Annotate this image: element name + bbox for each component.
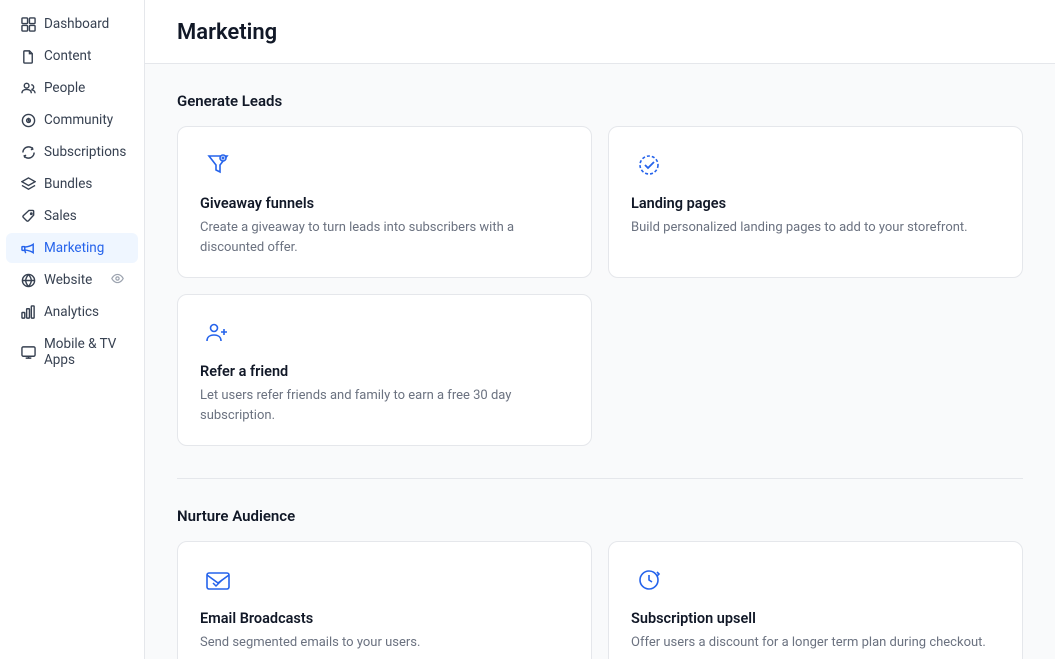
person-add-icon — [200, 315, 236, 351]
sidebar-item-website[interactable]: Website — [6, 265, 138, 295]
sidebar-item-dashboard[interactable]: Dashboard — [6, 9, 138, 39]
nurture-audience-cards: Email Broadcasts Send segmented emails t… — [177, 541, 1023, 659]
page-header: Marketing — [145, 0, 1055, 64]
sidebar-label-sales: Sales — [44, 208, 77, 224]
sidebar-label-marketing: Marketing — [44, 240, 104, 256]
card-title-giveaway: Giveaway funnels — [200, 195, 569, 212]
card-giveaway-funnels[interactable]: Giveaway funnels Create a giveaway to tu… — [177, 126, 592, 278]
page-title: Marketing — [177, 20, 1023, 45]
funnel-icon — [200, 147, 236, 183]
section-generate-leads: Generate Leads Giveaway funnels Create a… — [177, 92, 1023, 446]
sidebar-label-mobile-tv: Mobile & TV Apps — [44, 336, 124, 368]
sidebar-label-analytics: Analytics — [44, 304, 99, 320]
sidebar-label-dashboard: Dashboard — [44, 16, 109, 32]
card-email-broadcasts[interactable]: Email Broadcasts Send segmented emails t… — [177, 541, 592, 659]
sidebar-label-subscriptions: Subscriptions — [44, 144, 126, 160]
refresh-icon — [20, 144, 36, 160]
generate-leads-cards: Giveaway funnels Create a giveaway to tu… — [177, 126, 1023, 446]
card-desc-giveaway: Create a giveaway to turn leads into sub… — [200, 218, 569, 257]
bar-chart-icon — [20, 304, 36, 320]
eye-icon — [111, 272, 124, 288]
sidebar-item-sales[interactable]: Sales — [6, 201, 138, 231]
card-subscription-upsell[interactable]: Subscription upsell Offer users a discou… — [608, 541, 1023, 659]
main-content: Marketing Generate Leads Giveaway funnel… — [145, 0, 1055, 659]
sidebar-item-people[interactable]: People — [6, 73, 138, 103]
sidebar-item-marketing[interactable]: Marketing — [6, 233, 138, 263]
sidebar-label-people: People — [44, 80, 85, 96]
section-nurture-audience: Nurture Audience Email Broadcasts Send s… — [177, 507, 1023, 659]
sidebar-label-bundles: Bundles — [44, 176, 92, 192]
card-landing-pages[interactable]: Landing pages Build personalized landing… — [608, 126, 1023, 278]
monitor-icon — [20, 344, 36, 360]
cursor-icon — [631, 147, 667, 183]
card-title-email: Email Broadcasts — [200, 610, 569, 627]
content-area: Generate Leads Giveaway funnels Create a… — [145, 64, 1055, 659]
card-title-upsell: Subscription upsell — [631, 610, 1000, 627]
card-desc-landing: Build personalized landing pages to add … — [631, 218, 1000, 238]
clock-arrow-icon — [631, 562, 667, 598]
section-title-generate-leads: Generate Leads — [177, 92, 1023, 110]
card-desc-upsell: Offer users a discount for a longer term… — [631, 633, 1000, 653]
sidebar-item-analytics[interactable]: Analytics — [6, 297, 138, 327]
sidebar-item-mobile-tv[interactable]: Mobile & TV Apps — [6, 329, 138, 375]
card-title-refer: Refer a friend — [200, 363, 569, 380]
card-title-landing: Landing pages — [631, 195, 1000, 212]
globe-icon — [20, 272, 36, 288]
sidebar: Dashboard Content People — [0, 0, 145, 659]
layers-icon — [20, 176, 36, 192]
file-icon — [20, 48, 36, 64]
sidebar-label-website: Website — [44, 272, 92, 288]
tag-icon — [20, 208, 36, 224]
card-desc-email: Send segmented emails to your users. — [200, 633, 569, 653]
sidebar-item-content[interactable]: Content — [6, 41, 138, 71]
sidebar-label-community: Community — [44, 112, 113, 128]
card-desc-refer: Let users refer friends and family to ea… — [200, 386, 569, 425]
community-icon — [20, 112, 36, 128]
sidebar-item-community[interactable]: Community — [6, 105, 138, 135]
card-refer-a-friend[interactable]: Refer a friend Let users refer friends a… — [177, 294, 592, 446]
grid-icon — [20, 16, 36, 32]
section-title-nurture: Nurture Audience — [177, 507, 1023, 525]
mail-check-icon — [200, 562, 236, 598]
sidebar-item-subscriptions[interactable]: Subscriptions — [6, 137, 138, 167]
sidebar-label-content: Content — [44, 48, 91, 64]
sidebar-item-bundles[interactable]: Bundles — [6, 169, 138, 199]
megaphone-icon — [20, 240, 36, 256]
users-icon — [20, 80, 36, 96]
section-divider — [177, 478, 1023, 479]
